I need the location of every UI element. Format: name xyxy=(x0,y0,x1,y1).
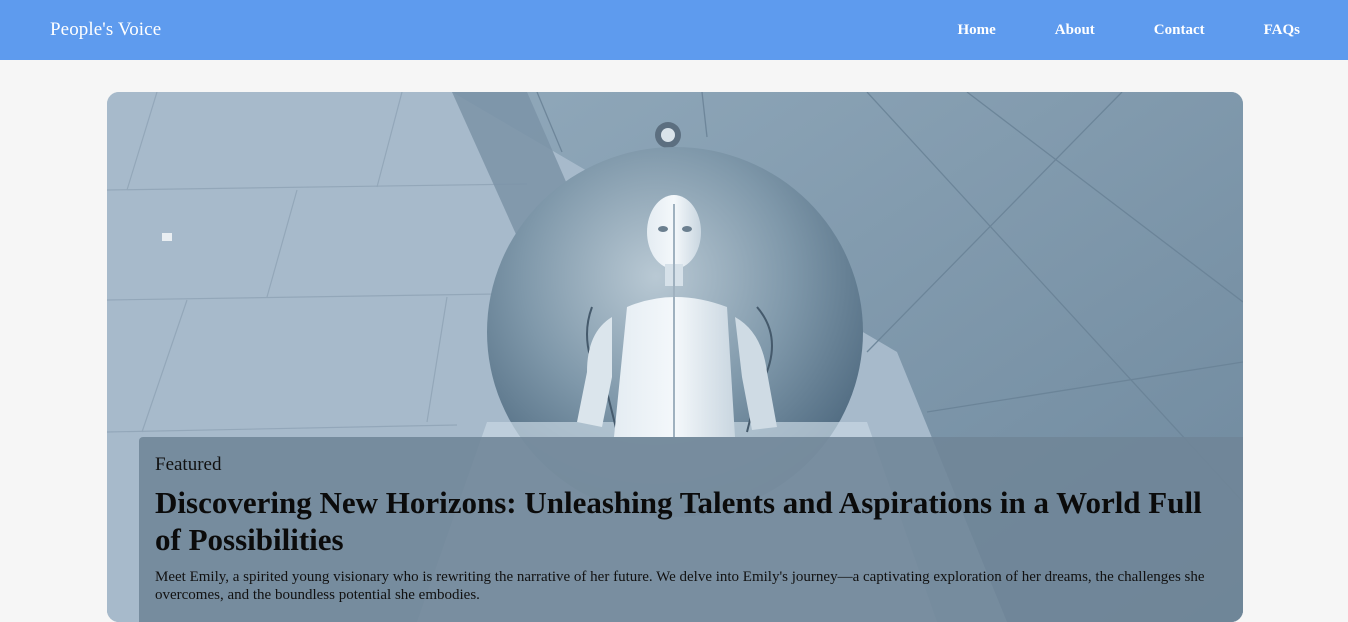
featured-title[interactable]: Discovering New Horizons: Unleashing Tal… xyxy=(155,484,1227,558)
featured-hero-card[interactable]: Featured Discovering New Horizons: Unlea… xyxy=(107,92,1243,622)
top-navbar: People's Voice Home About Contact FAQs xyxy=(0,0,1348,60)
featured-summary: Meet Emily, a spirited young visionary w… xyxy=(155,569,1205,603)
nav-home-link[interactable]: Home xyxy=(957,22,995,39)
nav-links: Home About Contact FAQs xyxy=(898,22,1300,39)
nav-about-link[interactable]: About xyxy=(1055,22,1095,39)
featured-tag: Featured xyxy=(155,454,222,475)
nav-faqs-link[interactable]: FAQs xyxy=(1264,22,1300,39)
site-brand[interactable]: People's Voice xyxy=(50,19,161,41)
nav-contact-link[interactable]: Contact xyxy=(1154,22,1205,39)
featured-caption-panel: Featured Discovering New Horizons: Unlea… xyxy=(139,437,1243,622)
